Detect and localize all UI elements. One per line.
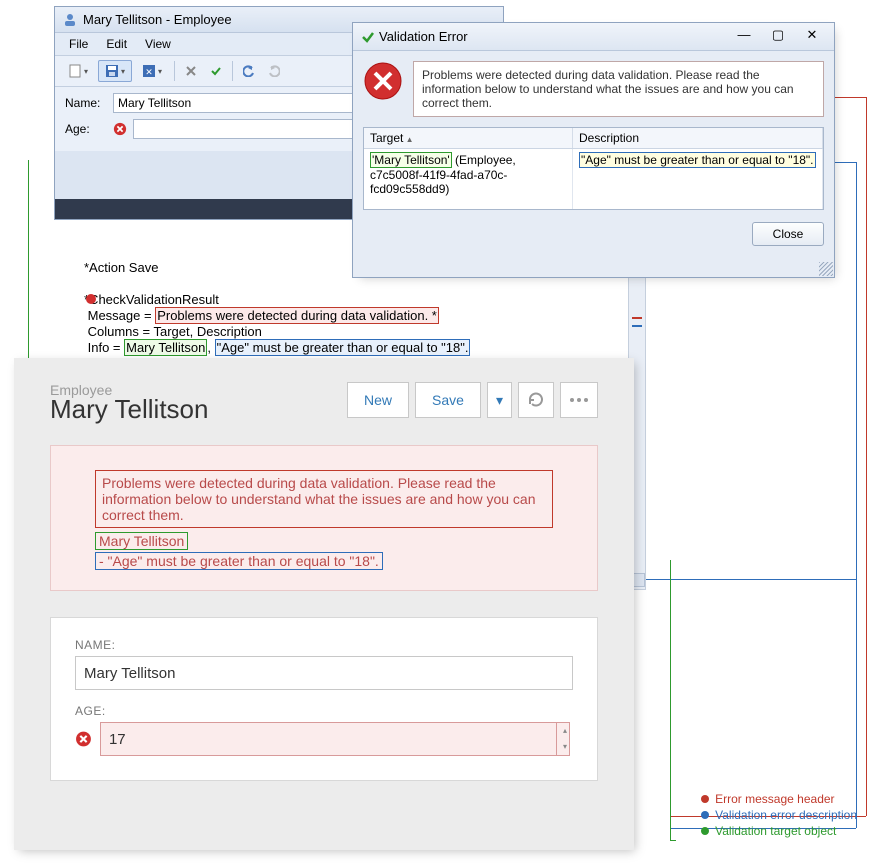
page-icon [68,64,82,78]
code-line: *CheckValidationResult [84,292,644,308]
row-description: "Age" must be greater than or equal to "… [579,152,816,168]
toolbar-sep [232,61,233,81]
menu-view[interactable]: View [137,35,179,53]
banner-heading: Problems were detected during data valid… [95,470,553,528]
maximize-button[interactable]: ▢ [764,28,792,46]
validation-banner: Problems were detected during data valid… [50,445,598,591]
name-label: Name: [65,96,107,110]
employee-window-title: Mary Tellitson - Employee [83,12,232,27]
target-name: 'Mary Tellitson' [370,152,452,168]
script-code: *Action Save *CheckValidationResult Mess… [84,260,644,356]
close-button[interactable]: Close [752,222,824,246]
legend: Error message header Validation error de… [701,790,857,838]
code-line: Columns = Target, Description [84,324,644,340]
error-icon [75,730,92,748]
description-highlight: "Age" must be greater than or equal to "… [215,339,471,356]
age-label: Age: [65,122,107,136]
floppy-close-icon: ✕ [142,64,156,78]
refresh-icon [527,391,545,409]
redo-button[interactable] [263,60,285,82]
save-close-button[interactable]: ✕ [135,60,169,82]
save-dropdown[interactable]: ▾ [487,382,512,418]
redo-icon [268,65,280,77]
legend-green: Validation target object [701,824,857,838]
undo-button[interactable] [238,60,260,82]
undo-icon [243,65,255,77]
menu-file[interactable]: File [61,35,96,53]
dots-icon [569,397,589,403]
validate-button[interactable] [205,60,227,82]
target-highlight: Mary Tellitson [124,339,207,356]
validation-dialog-titlebar[interactable]: Validation Error — ▢ ✕ [353,23,834,51]
legend-red: Error message header [701,792,857,806]
floppy-icon [105,64,119,78]
close-window-button[interactable]: ✕ [798,28,826,46]
legend-blue: Validation error description [701,808,857,822]
age-spinner[interactable]: ▴▾ [556,723,573,755]
new-button[interactable] [61,60,95,82]
menu-edit[interactable]: Edit [98,35,135,53]
resize-grip[interactable] [819,262,833,276]
toolbar-sep [174,61,175,81]
col-target[interactable]: Target [364,128,573,148]
validation-dialog-title: Validation Error [379,29,468,44]
x-icon [185,65,197,77]
save-button[interactable]: Save [415,382,481,418]
more-button[interactable] [560,382,598,418]
validation-dialog: Validation Error — ▢ ✕ Problems were det… [352,22,835,278]
grid-row[interactable]: 'Mary Tellitson' (Employee, c7c5008f-41f… [364,149,823,209]
message-highlight: Problems were detected during data valid… [155,307,439,324]
validation-grid: Target Description 'Mary Tellitson' (Emp… [363,127,824,210]
code-line: *Action Save [84,260,644,276]
svg-text:✕: ✕ [145,67,153,77]
new-button[interactable]: New [347,382,409,418]
page-title: Mary Tellitson [50,394,208,425]
delete-button[interactable] [180,60,202,82]
employee-form: NAME: AGE: ▴▾ [50,617,598,781]
banner-description: - "Age" must be greater than or equal to… [95,552,383,570]
check-icon [210,65,222,77]
code-line: Info = Mary Tellitson, "Age" must be gre… [84,340,644,356]
validation-message: Problems were detected during data valid… [413,61,824,117]
age-label: AGE: [75,704,573,718]
banner-target: Mary Tellitson [95,532,188,550]
name-input[interactable] [75,656,573,690]
error-icon [113,122,127,136]
refresh-button[interactable] [518,382,554,418]
error-icon [363,61,403,101]
age-input[interactable] [100,722,570,756]
name-label: NAME: [75,638,573,652]
breakpoint-icon[interactable] [86,294,96,304]
web-employee-panel: Employee Mary Tellitson New Save ▾ Probl… [14,358,634,850]
minimize-button[interactable]: — [730,28,758,46]
col-description[interactable]: Description [573,128,823,148]
person-icon [63,13,77,27]
code-line: Message = Problems were detected during … [84,308,644,324]
save-button[interactable] [98,60,132,82]
check-icon [361,30,375,44]
